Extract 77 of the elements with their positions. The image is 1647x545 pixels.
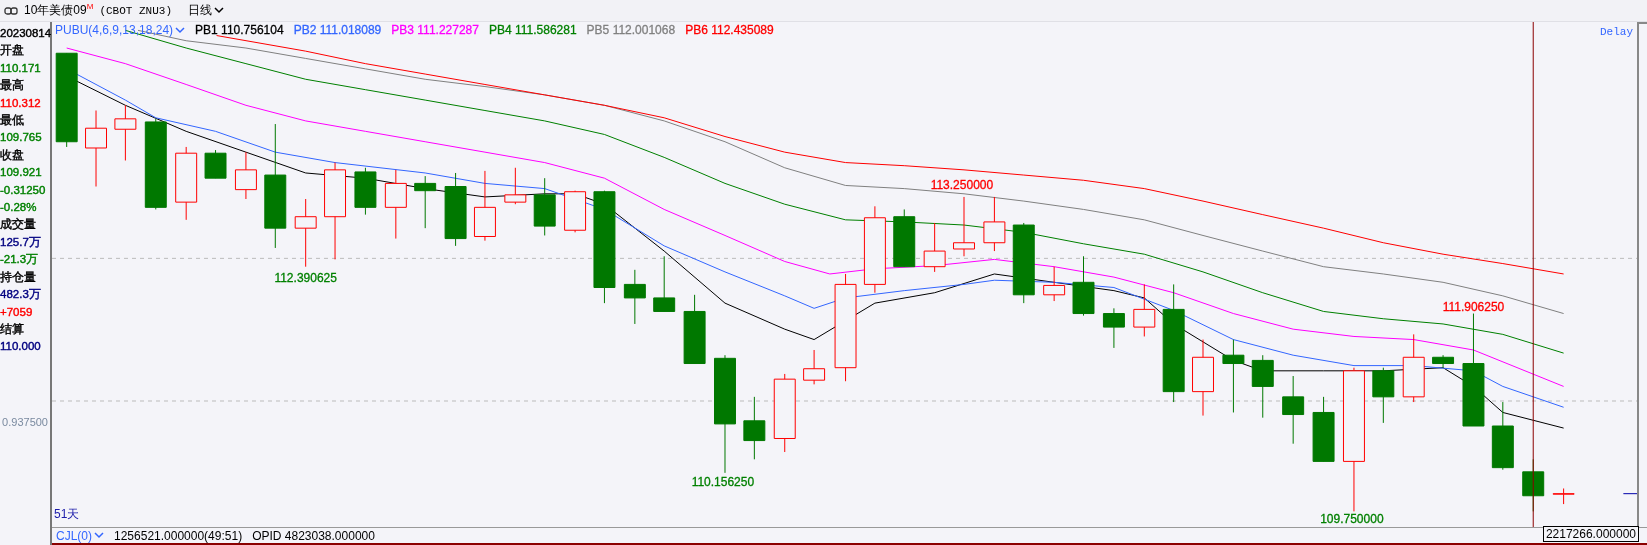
candlestick	[623, 269, 646, 325]
candlestick	[294, 198, 317, 268]
candlestick	[114, 104, 137, 161]
quote-text: 最低	[0, 113, 25, 129]
chevron-down-icon	[214, 7, 224, 14]
quote-text: 110.171	[0, 60, 42, 76]
quote-text: -0.31250	[0, 182, 47, 198]
quote-text: +7059	[0, 304, 34, 320]
chevron-down-icon	[175, 26, 186, 34]
candlestick	[1552, 487, 1575, 505]
quote-text: 110.312	[0, 95, 42, 111]
candlestick	[983, 196, 1006, 252]
quote-text: 109.765	[0, 130, 43, 146]
candlestick	[1372, 367, 1395, 424]
legend-item: PB4 111.586281	[488, 23, 577, 37]
candlestick	[683, 294, 706, 365]
candlestick	[473, 170, 496, 242]
candlestick	[564, 190, 587, 233]
candlestick	[803, 349, 826, 385]
candlestick	[204, 149, 227, 179]
price-annotation: 113.250000	[930, 178, 994, 193]
quote-text: 持仓量	[0, 269, 37, 285]
quote-text: -21.3万	[0, 252, 40, 268]
candlestick	[1432, 354, 1455, 369]
delay-label: Delay	[1600, 26, 1633, 38]
candlestick	[1282, 375, 1305, 445]
price-marker	[1622, 493, 1637, 495]
chevron-down-icon	[94, 532, 104, 539]
cursor-value: 2217266.000000	[1542, 526, 1639, 542]
quote-text: 结算	[0, 321, 25, 337]
candlestick	[1133, 283, 1156, 337]
candlestick	[923, 222, 946, 273]
link-icon	[4, 6, 18, 15]
candlestick	[1251, 354, 1274, 419]
candlestick	[533, 177, 556, 236]
legend-item: PB1 110.756104	[195, 23, 284, 37]
quote-text: 成交量	[0, 217, 37, 233]
legend-item: PB3 111.227287	[391, 23, 479, 37]
candlestick	[1312, 396, 1335, 462]
axis-label: 0.937500	[2, 416, 48, 428]
candlestick	[1402, 333, 1425, 403]
days-label: 51天	[54, 506, 80, 523]
price-annotation: 109.750000	[1320, 511, 1384, 526]
candlestick	[743, 396, 766, 460]
candlestick	[234, 151, 257, 200]
price-annotation: 112.390625	[274, 271, 337, 286]
quote-text: 125.7万	[0, 234, 42, 250]
candlestick	[953, 196, 975, 257]
quote-text: 最高	[0, 78, 25, 94]
instrument-code: (CBOT ZNU3)	[99, 4, 172, 17]
candlestick	[414, 175, 437, 229]
candlestick	[504, 167, 527, 205]
quote-text: 开盘	[0, 43, 25, 59]
indicator-dropdown[interactable]: CJL(0)	[56, 528, 104, 543]
legend-item: PB6 112.435089	[685, 23, 774, 37]
quote-text: 110.000	[0, 339, 42, 355]
price-annotation: 111.906250	[1442, 300, 1505, 315]
candlestick	[1102, 307, 1125, 349]
price-annotation: 110.156250	[691, 475, 755, 490]
quote-text: -0.28%	[0, 200, 38, 216]
quote-text: 收盘	[0, 147, 25, 163]
candlestick	[653, 255, 676, 312]
candlestick	[1043, 266, 1066, 302]
candlestick	[1072, 255, 1095, 317]
opid-reading: OPID 4823038.000000	[252, 528, 375, 543]
legend-item: PB2 111.018089	[293, 23, 382, 37]
legend-item: PB5 112.001068	[586, 23, 676, 37]
quote-text: 109.921	[0, 165, 43, 181]
candlestick	[354, 167, 377, 216]
quote-date: 20230814	[0, 26, 50, 41]
volume-reading: 1256521.000000(49:51)	[114, 528, 243, 543]
quote-text: 482.3万	[0, 287, 42, 303]
candlestick	[1491, 401, 1514, 471]
candlestick	[893, 208, 916, 268]
candlestick	[384, 169, 407, 240]
indicator-dropdown[interactable]: PUBU(4,6,9,13,18,24)	[55, 23, 186, 37]
period-dropdown[interactable]: 日线	[178, 2, 224, 19]
